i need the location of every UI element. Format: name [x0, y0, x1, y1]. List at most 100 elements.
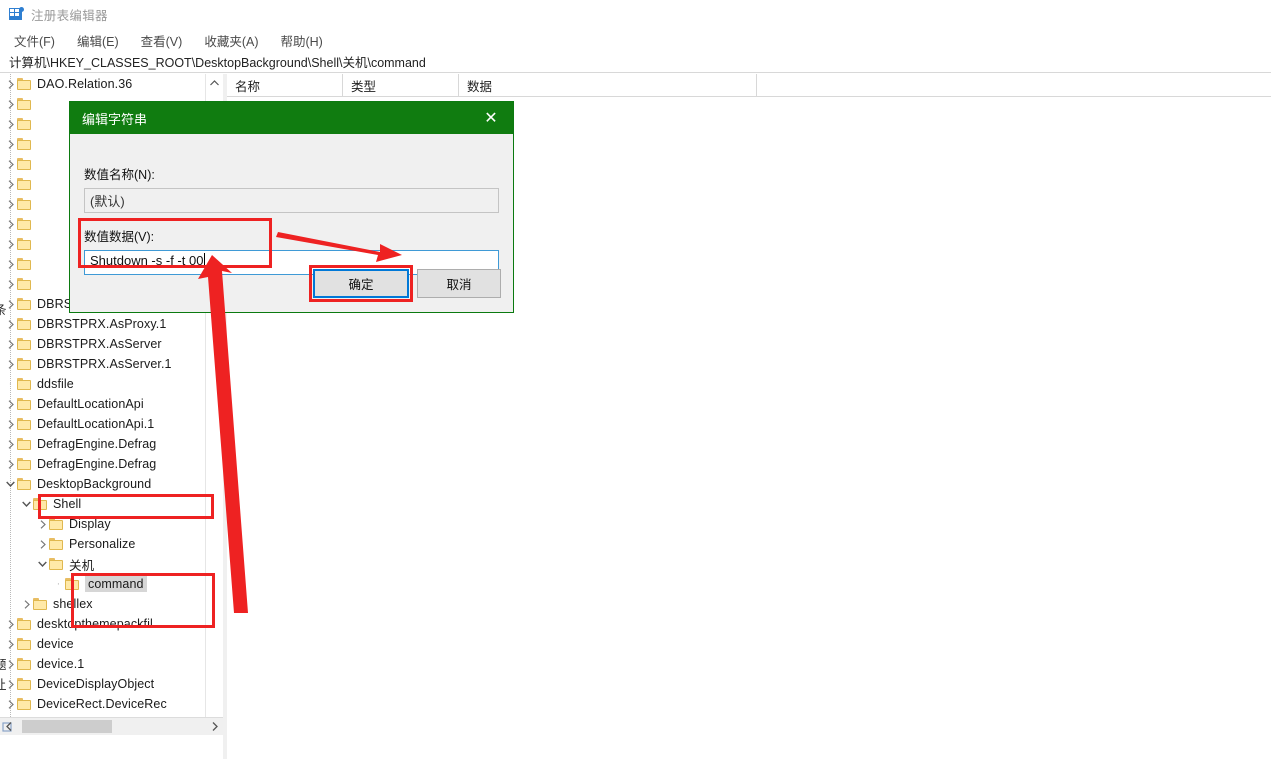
tree-item-shellex[interactable]: shellex [0, 594, 210, 614]
chevron-right-icon[interactable] [4, 394, 17, 414]
chevron-down-icon[interactable] [36, 554, 49, 574]
ok-button[interactable]: 确定 [313, 269, 409, 298]
values-header: 名称 类型 数据 [227, 74, 1271, 97]
chevron-right-icon[interactable] [4, 174, 17, 194]
chevron-right-icon[interactable] [4, 194, 17, 214]
tree-item-defaultlocationapi[interactable]: DefaultLocationApi [0, 394, 210, 414]
tree-item-defragengine-defrag[interactable]: DefragEngine.Defrag [0, 434, 210, 454]
chevron-right-icon[interactable] [4, 334, 17, 354]
tree-item-defaultlocationapi-1[interactable]: DefaultLocationApi.1 [0, 414, 210, 434]
chevron-right-icon[interactable] [4, 274, 17, 294]
tree-item-label: DefaultLocationApi [37, 397, 144, 411]
chevron-right-icon[interactable] [4, 134, 17, 154]
clipped-glyph-2: 题 [0, 654, 7, 673]
horizontal-scroll-thumb[interactable] [22, 720, 112, 733]
tree-item-label: DeviceRect.DeviceRec [37, 697, 167, 711]
tree-item-display[interactable]: Display [0, 514, 210, 534]
close-icon[interactable]: ✕ [469, 102, 513, 134]
folder-icon [17, 278, 32, 290]
folder-icon [17, 238, 32, 250]
value-name-label: 数值名称(N): [84, 168, 155, 182]
chevron-right-icon[interactable] [36, 514, 49, 534]
tree-item-label: 关机 [69, 558, 95, 573]
chevron-right-icon[interactable] [4, 154, 17, 174]
folder-icon [65, 578, 80, 590]
chevron-down-icon[interactable] [20, 494, 33, 514]
menu-bar: 文件(F) 编辑(E) 查看(V) 收藏夹(A) 帮助(H) [0, 29, 1271, 51]
cancel-button[interactable]: 取消 [417, 269, 501, 298]
scroll-right-icon[interactable] [206, 718, 223, 735]
tree-item-shell[interactable]: Shell [0, 494, 210, 514]
folder-icon [17, 618, 32, 630]
tree-item-device-1[interactable]: device.1 [0, 654, 210, 674]
tree-item-label: shellex [53, 597, 93, 611]
chevron-right-icon[interactable] [4, 434, 17, 454]
title-bar: 注册表编辑器 [0, 0, 1271, 29]
tree-item-dbrstprx-asserver-1[interactable]: DBRSTPRX.AsServer.1 [0, 354, 210, 374]
chevron-right-icon[interactable] [4, 234, 17, 254]
chevron-right-icon[interactable] [20, 594, 33, 614]
tree-item-[interactable]: 关机 [0, 554, 210, 574]
value-name-input[interactable]: (默认) [84, 188, 499, 213]
chevron-right-icon[interactable] [4, 94, 17, 114]
tree-leaf-spacer: · [56, 578, 61, 590]
folder-icon [49, 518, 64, 530]
scroll-left-icon[interactable] [0, 718, 17, 735]
tree-item-devicerect-devicerec[interactable]: DeviceRect.DeviceRec [0, 694, 210, 714]
address-bar[interactable]: 计算机\HKEY_CLASSES_ROOT\DesktopBackground\… [0, 51, 1271, 73]
tree-item-devicedisplayobject[interactable]: DeviceDisplayObject [0, 674, 210, 694]
folder-icon [17, 378, 32, 390]
folder-icon [17, 138, 32, 150]
registry-editor-window: 注册表编辑器 文件(F) 编辑(E) 查看(V) 收藏夹(A) 帮助(H) 计算… [0, 0, 1271, 759]
tree-item-personalize[interactable]: Personalize [0, 534, 210, 554]
menu-favorites[interactable]: 收藏夹(A) [204, 31, 258, 50]
folder-icon [17, 98, 32, 110]
chevron-right-icon[interactable] [4, 74, 17, 94]
chevron-down-icon[interactable] [4, 474, 17, 494]
folder-icon [17, 658, 32, 670]
menu-view[interactable]: 查看(V) [141, 31, 183, 50]
folder-icon [17, 118, 32, 130]
menu-edit[interactable]: 编辑(E) [77, 31, 119, 50]
column-name[interactable]: 名称 [227, 74, 343, 96]
chevron-right-icon[interactable] [4, 354, 17, 374]
chevron-right-icon[interactable] [4, 254, 17, 274]
tree-item-desktopbackground[interactable]: DesktopBackground [0, 474, 210, 494]
chevron-right-icon[interactable] [4, 694, 17, 714]
folder-icon [17, 218, 32, 230]
folder-icon [17, 418, 32, 430]
chevron-right-icon[interactable] [4, 214, 17, 234]
folder-icon [17, 158, 32, 170]
tree-item-label: Shell [53, 497, 82, 511]
folder-icon [17, 78, 32, 90]
tree-item-dbrstprx-asserver[interactable]: DBRSTPRX.AsServer [0, 334, 210, 354]
column-data[interactable]: 数据 [459, 74, 757, 96]
tree-item-command[interactable]: · command [0, 574, 210, 594]
window-title: 注册表编辑器 [31, 8, 108, 23]
folder-icon [17, 358, 32, 370]
tree-item-ddsfile[interactable]: · ddsfile [0, 374, 210, 394]
chevron-right-icon[interactable] [36, 534, 49, 554]
tree-item-label: DefragEngine.Defrag [37, 457, 157, 471]
scroll-up-icon[interactable] [206, 74, 223, 91]
tree-item-defragengine-defrag[interactable]: DefragEngine.Defrag [0, 454, 210, 474]
folder-icon [17, 458, 32, 470]
folder-icon [49, 538, 64, 550]
folder-icon [17, 698, 32, 710]
chevron-right-icon[interactable] [4, 614, 17, 634]
tree-item-dao-relation-36[interactable]: DAO.Relation.36 [0, 74, 210, 94]
tree-item-desktopthemepackfil[interactable]: desktopthemepackfil [0, 614, 210, 634]
chevron-right-icon[interactable] [4, 114, 17, 134]
registry-editor-icon [9, 7, 24, 21]
chevron-right-icon[interactable] [4, 634, 17, 654]
menu-file[interactable]: 文件(F) [14, 31, 55, 50]
tree-horizontal-scrollbar[interactable] [0, 717, 223, 735]
column-type[interactable]: 类型 [343, 74, 459, 96]
clipped-glyph-3: 让 [0, 674, 7, 693]
tree-item-device[interactable]: device [0, 634, 210, 654]
tree-item-dbrstprx-asproxy-1[interactable]: DBRSTPRX.AsProxy.1 [0, 314, 210, 334]
menu-help[interactable]: 帮助(H) [280, 31, 322, 50]
chevron-right-icon[interactable] [4, 454, 17, 474]
tree-item-label: DeviceDisplayObject [37, 677, 155, 691]
chevron-right-icon[interactable] [4, 414, 17, 434]
